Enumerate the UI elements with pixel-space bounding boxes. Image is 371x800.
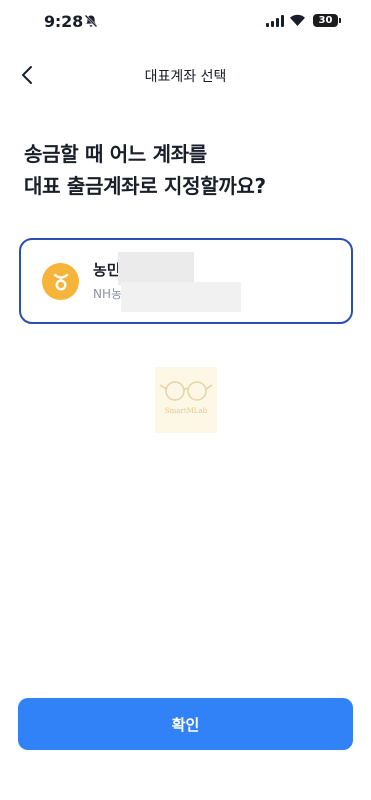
redaction-mask (121, 282, 241, 312)
account-option-card[interactable]: 농민 NH농 (19, 238, 353, 324)
status-bar: 9:28 30 (0, 0, 371, 46)
status-time: 9:28 (44, 12, 83, 31)
nh-bank-logo-icon (42, 263, 79, 300)
headline-line-2: 대표 출금계좌로 지정할까요? (24, 174, 266, 198)
page-title: 대표계좌 선택 (144, 69, 227, 85)
wifi-icon (290, 14, 305, 26)
watermark-logo: SmartMLab (155, 367, 217, 433)
headline-line-1: 송금할 때 어느 계좌를 (24, 142, 207, 166)
glasses-icon (159, 381, 213, 401)
battery-cap (339, 18, 341, 23)
watermark-text: SmartMLab (164, 407, 208, 415)
cellular-signal-icon (266, 15, 284, 27)
battery-level: 30 (318, 15, 333, 26)
account-bank-name: 농민 (93, 261, 121, 279)
nav-bar: 대표계좌 선택 (0, 52, 371, 96)
redaction-mask (118, 252, 194, 285)
headline: 송금할 때 어느 계좌를 대표 출금계좌로 지정할까요? (24, 138, 266, 202)
account-bank-sub: NH농 (93, 287, 123, 301)
confirm-button[interactable]: 확인 (18, 698, 353, 750)
battery-icon: 30 (313, 14, 338, 27)
bell-slash-icon (84, 14, 98, 28)
